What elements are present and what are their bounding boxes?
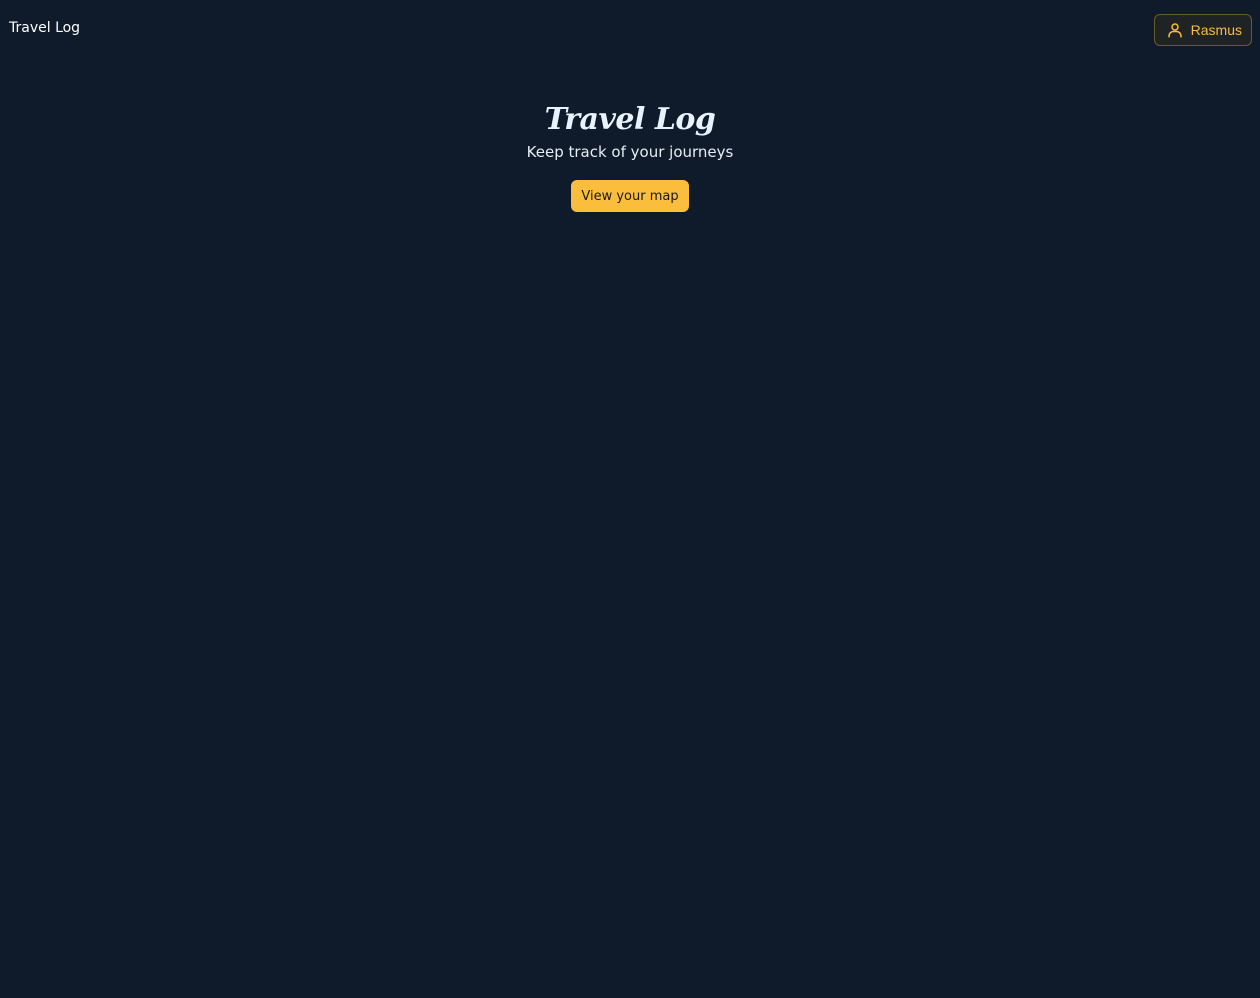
- top-navbar: Travel Log Rasmus: [0, 0, 1260, 60]
- hero-section: Travel Log Keep track of your journeys V…: [0, 100, 1260, 212]
- user-icon: [1166, 21, 1184, 39]
- view-map-button[interactable]: View your map: [571, 180, 689, 212]
- hero-subtitle: Keep track of your journeys: [526, 143, 734, 161]
- hero-title: Travel Log: [544, 102, 716, 137]
- brand-link[interactable]: Travel Log: [9, 20, 80, 36]
- user-menu-button[interactable]: Rasmus: [1153, 14, 1252, 46]
- user-name-label: Rasmus: [1190, 22, 1242, 38]
